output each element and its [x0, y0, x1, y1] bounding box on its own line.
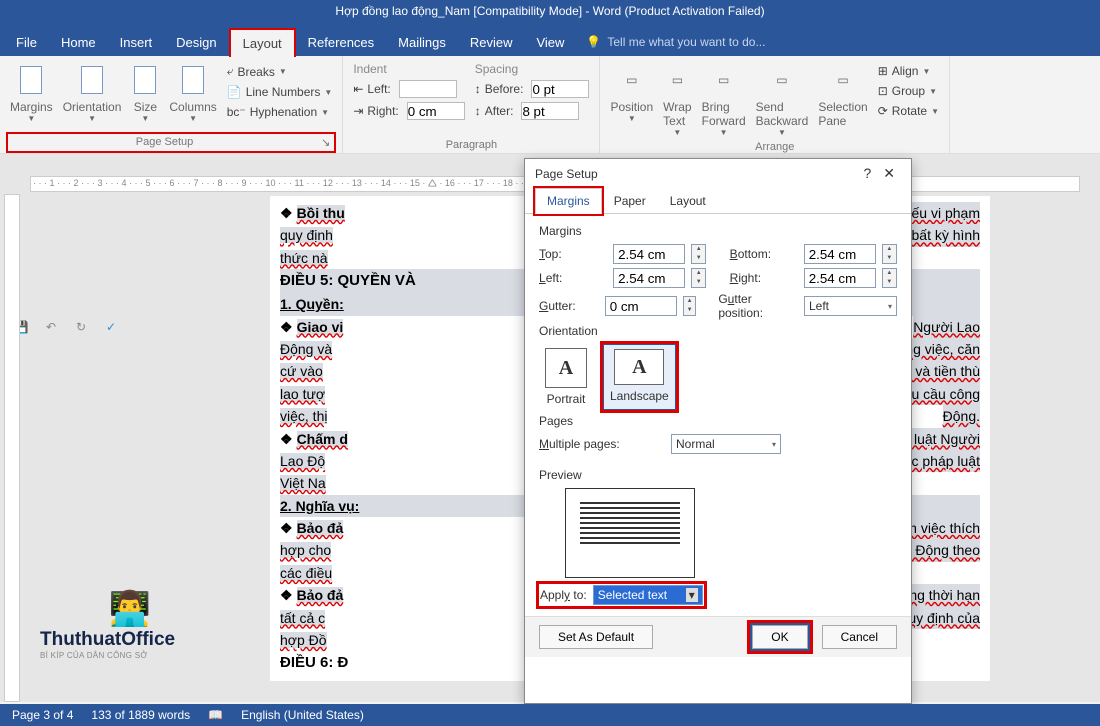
ok-button[interactable]: OK [752, 625, 807, 649]
menu-home[interactable]: Home [49, 29, 108, 56]
left-label: Left: [539, 271, 607, 285]
multiple-select[interactable]: Normal▾ [671, 434, 781, 454]
menu-file[interactable]: File [4, 29, 49, 56]
columns-button[interactable]: Columns▼ [165, 60, 220, 125]
indent-right[interactable]: ⇥ Right: [349, 100, 468, 122]
status-page[interactable]: Page 3 of 4 [12, 708, 73, 722]
gutter-pos-select[interactable]: Left▾ [804, 296, 897, 316]
gutter-label: Gutter: [539, 299, 599, 313]
top-label: Top: [539, 247, 607, 261]
watermark-logo: 👨‍💻 ThuthuatOffice BÍ KÍP CỦA DÂN CÔNG S… [40, 589, 220, 660]
right-spinner[interactable]: ▲▼ [882, 268, 897, 288]
spacing-before[interactable]: ↕ Before: [471, 78, 594, 100]
send-backward-button: ▭Send Backward▼ [752, 60, 813, 139]
status-bar: Page 3 of 4 133 of 1889 words 📖 English … [0, 704, 1100, 726]
bottom-spinner[interactable]: ▲▼ [882, 244, 897, 264]
spacing-label: Spacing [471, 60, 594, 78]
page-setup-label[interactable]: Page Setup↘ [6, 132, 336, 153]
gutter-pos-label: Gutter position: [718, 292, 798, 320]
margins-section: Margins [539, 224, 897, 238]
menu-insert[interactable]: Insert [108, 29, 165, 56]
multiple-label: Multiple pages: [539, 437, 635, 451]
page-setup-dialog: Page Setup ?✕ Margins Paper Layout Margi… [524, 158, 912, 704]
tab-paper[interactable]: Paper [602, 188, 658, 214]
preview-box [565, 488, 695, 578]
spacing-before-input[interactable] [531, 80, 589, 98]
lightbulb-icon: 💡 [586, 35, 601, 49]
preview-section: Preview [539, 468, 897, 482]
indent-left[interactable]: ⇤ Left: [349, 78, 468, 100]
tell-me[interactable]: 💡Tell me what you want to do... [586, 35, 765, 49]
qat-undo-icon[interactable]: ↶ [42, 318, 60, 336]
indent-left-input[interactable] [399, 80, 457, 98]
right-input[interactable] [804, 268, 876, 288]
apply-select[interactable]: Selected text▾ [593, 585, 703, 605]
left-input[interactable] [613, 268, 685, 288]
status-words[interactable]: 133 of 1889 words [91, 708, 190, 722]
top-input[interactable] [613, 244, 685, 264]
menu-view[interactable]: View [524, 29, 576, 56]
arrange-label: Arrange [606, 139, 943, 155]
menu-design[interactable]: Design [164, 29, 228, 56]
group-paragraph: Indent ⇤ Left: ⇥ Right: Spacing ↕ Before… [343, 56, 600, 153]
margins-button[interactable]: Margins▼ [6, 60, 57, 125]
indent-label: Indent [349, 60, 468, 78]
menu-review[interactable]: Review [458, 29, 525, 56]
cancel-button[interactable]: Cancel [822, 625, 897, 649]
menu-layout[interactable]: Layout [229, 28, 296, 57]
left-spinner[interactable]: ▲▼ [691, 268, 706, 288]
landscape-icon: A [614, 349, 664, 385]
paragraph-label: Paragraph [349, 137, 593, 153]
ruler-vertical[interactable] [4, 194, 20, 702]
spacing-after[interactable]: ↕ After: [471, 100, 594, 122]
spacing-after-input[interactable] [521, 102, 579, 120]
landscape-button[interactable]: A Landscape [603, 344, 676, 410]
rotate-button: ⟳ Rotate ▼ [874, 102, 943, 120]
dialog-title: Page Setup [535, 167, 598, 181]
menu-bar: File Home Insert Design Layout Reference… [0, 28, 1100, 56]
wrap-text-button: ▭Wrap Text▼ [659, 60, 695, 139]
hyphenation-button[interactable]: bc⁻ Hyphenation ▼ [223, 103, 337, 121]
bottom-label: Bottom: [730, 247, 798, 261]
page-setup-launcher-icon[interactable]: ↘ [321, 136, 330, 149]
indent-right-input[interactable] [407, 102, 465, 120]
group-arrange: ▭Position▼ ▭Wrap Text▼ ▭Bring Forward▼ ▭… [600, 56, 950, 153]
bring-forward-button: ▭Bring Forward▼ [698, 60, 750, 139]
size-button[interactable]: Size▼ [127, 60, 163, 125]
position-button: ▭Position▼ [606, 60, 657, 139]
menu-mailings[interactable]: Mailings [386, 29, 458, 56]
breaks-button[interactable]: ⤶ Breaks ▼ [223, 62, 337, 81]
top-spinner[interactable]: ▲▼ [691, 244, 706, 264]
status-language[interactable]: English (United States) [241, 708, 364, 722]
portrait-icon: A [545, 348, 587, 388]
dialog-close-icon[interactable]: ✕ [877, 163, 901, 183]
qat-redo-icon[interactable]: ↻ [72, 318, 90, 336]
set-default-button[interactable]: Set As Default [539, 625, 653, 649]
gutter-input[interactable] [605, 296, 677, 316]
portrait-button[interactable]: A Portrait [539, 344, 593, 410]
status-proof-icon[interactable]: 📖 [208, 708, 223, 722]
gutter-spinner[interactable]: ▲▼ [683, 296, 697, 316]
apply-label: Apply to: [540, 588, 587, 602]
pages-section: Pages [539, 414, 897, 428]
orientation-button[interactable]: Orientation▼ [59, 60, 126, 125]
line-numbers-button[interactable]: 📄 Line Numbers ▼ [223, 83, 337, 101]
group-page-setup: Margins▼ Orientation▼ Size▼ Columns▼ ⤶ B… [0, 56, 343, 153]
orientation-section: Orientation [539, 324, 897, 338]
window-title: Hợp đồng lao động_Nam [Compatibility Mod… [12, 4, 1088, 18]
tab-layout[interactable]: Layout [658, 188, 718, 214]
selection-pane-button[interactable]: ▭Selection Pane [814, 60, 871, 139]
align-button: ⊞ Align ▼ [874, 62, 943, 80]
right-label: Right: [730, 271, 798, 285]
ribbon: Margins▼ Orientation▼ Size▼ Columns▼ ⤶ B… [0, 56, 1100, 154]
bottom-input[interactable] [804, 244, 876, 264]
menu-references[interactable]: References [296, 29, 386, 56]
group-button: ⊡ Group ▼ [874, 82, 943, 100]
qat-spellcheck-icon[interactable]: ✓ [102, 318, 120, 336]
tab-margins[interactable]: Margins [535, 188, 602, 214]
dialog-help-icon[interactable]: ? [857, 163, 877, 183]
